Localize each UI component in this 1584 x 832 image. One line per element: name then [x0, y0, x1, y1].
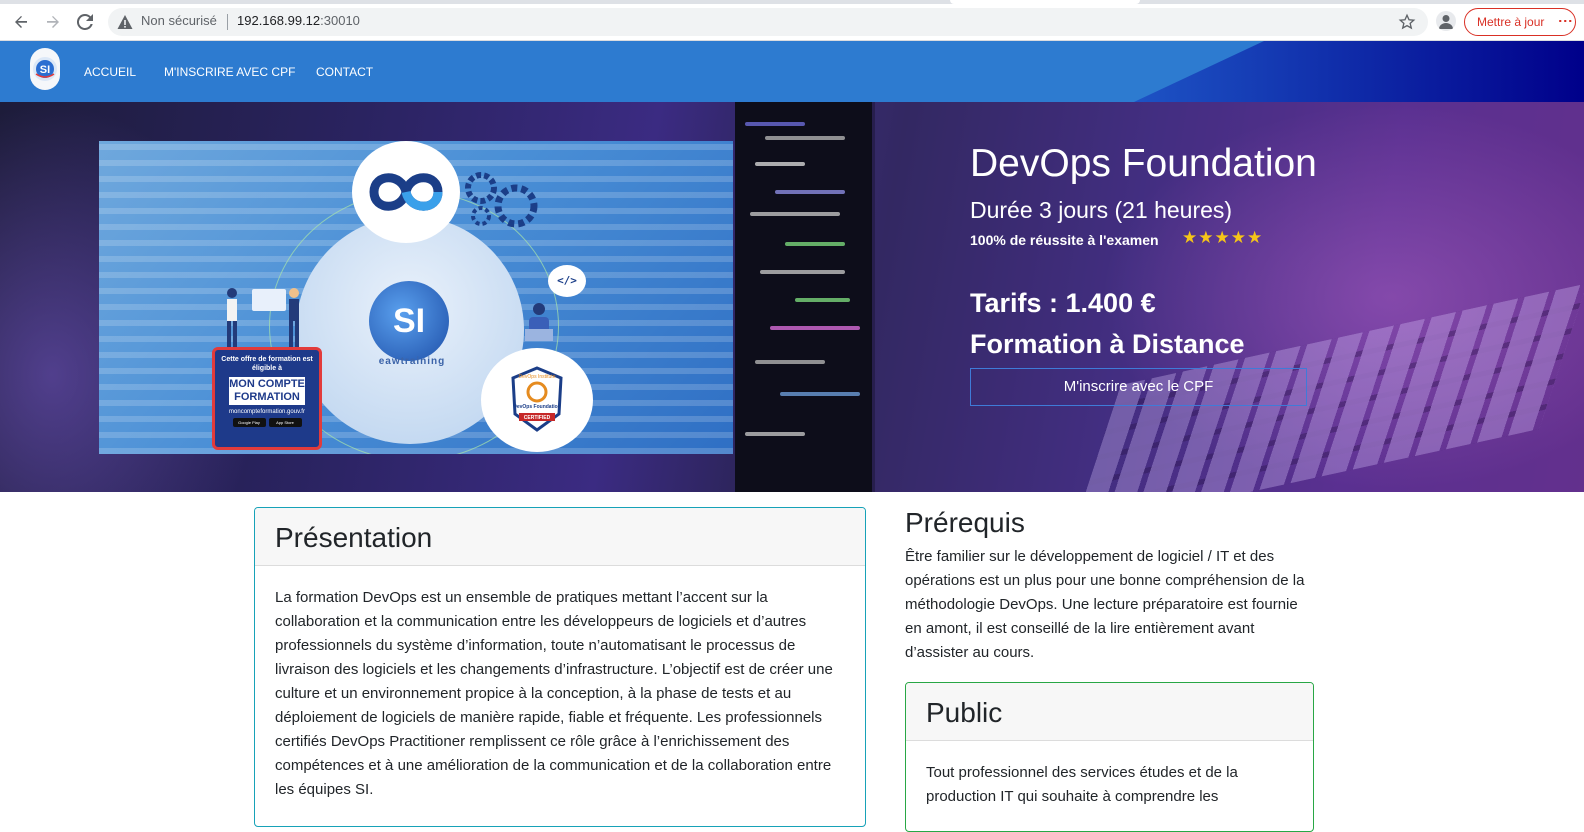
si-logo-icon: SI: [33, 57, 57, 81]
warning-icon[interactable]: [117, 14, 133, 30]
bookmark-star-icon[interactable]: [1398, 13, 1416, 31]
site-logo[interactable]: SI: [30, 48, 60, 90]
hero-banner: Dev Ops </> SI eawtraining DevOps Instit…: [0, 102, 1584, 492]
presentation-title: Présentation: [275, 522, 433, 553]
gears-icon: [465, 172, 538, 228]
back-arrow-icon: [15, 16, 27, 28]
browser-toolbar: Non sécurisé 192.168.99.12:30010 Mettre …: [0, 0, 1584, 41]
address-bar[interactable]: Non sécurisé 192.168.99.12:30010: [108, 8, 1428, 36]
certification-shield-icon: DevOps Institute DevOps Foundation CERTI…: [511, 366, 563, 432]
public-text: Tout professionnel des services études e…: [926, 764, 1238, 805]
brand-text: eawtraining: [378, 356, 446, 367]
app-store-badge: App Store: [268, 418, 302, 427]
reload-icon: [77, 14, 93, 30]
navbar-dark-band: [1134, 41, 1584, 102]
person-icon: [1439, 15, 1453, 29]
si-globe-logo: SI: [369, 281, 449, 361]
rating-stars: ★★★★★: [1182, 228, 1264, 247]
people-illustration: [227, 288, 299, 347]
code-tag-bubble: </>: [548, 265, 586, 297]
cpf-signup-button[interactable]: M'inscrire avec le CPF: [970, 368, 1307, 406]
course-duration: Durée 3 jours (21 heures): [970, 197, 1233, 223]
presentation-card: Présentation La formation DevOps est un …: [254, 507, 866, 827]
hero-code-background: [735, 102, 875, 492]
certified-badge: DevOps Institute DevOps Foundation CERTI…: [481, 348, 593, 452]
nav-inscrire-cpf[interactable]: M'INSCRIRE AVEC CPF: [164, 65, 295, 79]
nav-accueil[interactable]: ACCUEIL: [84, 65, 136, 79]
public-header: Public: [906, 683, 1313, 741]
cpf-site: moncompteformation.gouv.fr: [229, 409, 305, 415]
devops-badge: Dev Ops: [352, 141, 460, 243]
presentation-text: La formation DevOps est un ensemble de p…: [275, 589, 833, 798]
site-navbar: SI ACCUEIL M'INSCRIRE AVEC CPF CONTACT: [0, 41, 1584, 102]
devops-left-text: Dev: [380, 187, 397, 197]
cert-line1: DevOps Institute: [519, 374, 556, 380]
course-price: Tarifs : 1.400 €: [970, 288, 1156, 318]
profile-avatar[interactable]: [1436, 11, 1456, 31]
cpf-eligibility-badge: Cette offre de formation est éligible à …: [212, 347, 322, 450]
update-label: Mettre à jour: [1477, 15, 1545, 29]
prerequis-section: Prérequis Être familier sur le développe…: [905, 507, 1315, 665]
public-title: Public: [926, 697, 1003, 728]
laptop-person-illustration: [525, 303, 553, 341]
active-tab[interactable]: [950, 0, 1140, 4]
exam-success-rate: 100% de réussite à l'examen: [970, 232, 1159, 248]
course-title: DevOps Foundation: [970, 142, 1317, 185]
presentation-header: Présentation: [255, 508, 865, 566]
address-divider: [227, 14, 228, 30]
google-play-badge: Google Play: [232, 418, 266, 427]
security-label[interactable]: Non sécurisé: [141, 13, 217, 28]
store-badges: Google Play App Store: [215, 418, 319, 427]
cert-line2: DevOps Foundation: [513, 404, 561, 410]
back-button[interactable]: [10, 11, 32, 33]
devops-right-text: Ops: [415, 187, 433, 197]
cert-line3: CERTIFIED: [524, 415, 551, 421]
public-card: Public Tout professionnel des services é…: [905, 682, 1314, 832]
url-port: :30010: [320, 13, 360, 28]
reload-button[interactable]: [74, 11, 96, 33]
menu-dots-icon[interactable]: ⋮: [1558, 14, 1574, 28]
svg-text:SI: SI: [40, 64, 50, 76]
prerequis-title: Prérequis: [905, 507, 1025, 538]
tab-strip: [0, 0, 1584, 4]
forward-arrow-icon: [47, 16, 59, 28]
nav-contact[interactable]: CONTACT: [316, 65, 373, 79]
update-button[interactable]: Mettre à jour ⋮: [1464, 8, 1576, 36]
devops-infinity-icon: Dev Ops: [369, 173, 443, 211]
course-mode: Formation à Distance: [970, 329, 1245, 359]
prerequis-text: Être familier sur le développement de lo…: [905, 548, 1305, 661]
forward-button[interactable]: [42, 11, 64, 33]
cpf-eligibility-text: Cette offre de formation est éligible à: [221, 356, 313, 372]
url-text[interactable]: 192.168.99.12:30010: [237, 13, 360, 28]
url-host: 192.168.99.12: [237, 13, 321, 28]
promo-image: Dev Ops </> SI eawtraining DevOps Instit…: [99, 141, 733, 454]
cpf-title: MON COMPTE FORMATION: [229, 377, 305, 405]
